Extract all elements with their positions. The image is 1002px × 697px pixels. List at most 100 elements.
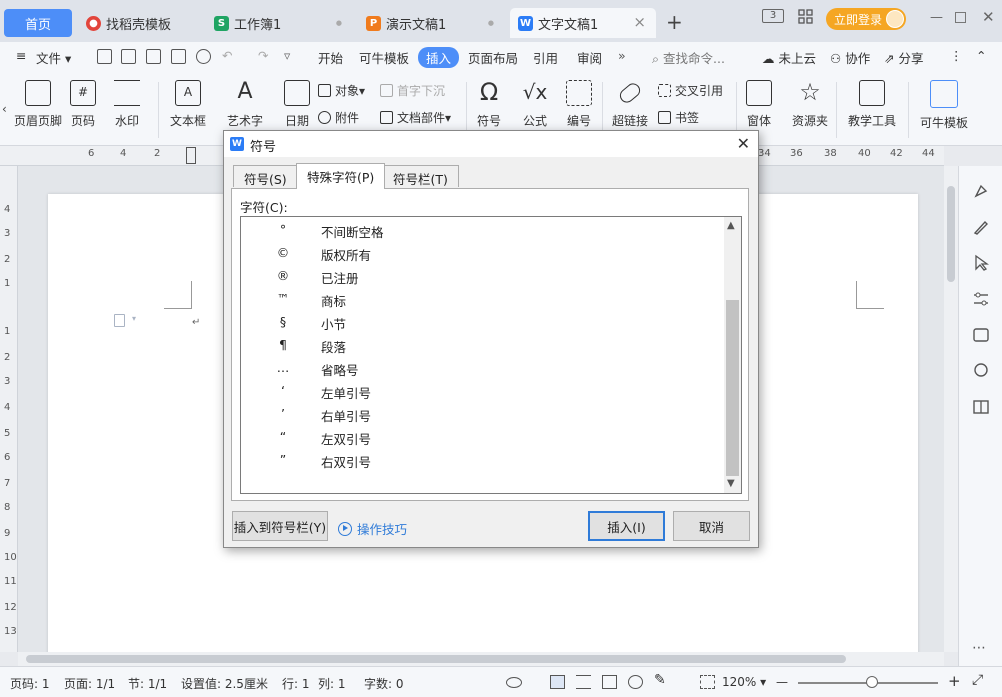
export-pdf-icon[interactable] bbox=[146, 49, 161, 64]
redo-icon[interactable]: ↷ bbox=[258, 48, 268, 63]
dialog-close-icon[interactable]: ✕ bbox=[737, 134, 750, 153]
tab-unsaved-dot-icon[interactable]: ● bbox=[488, 19, 494, 27]
list-scrollbar[interactable]: ▲ ▼ bbox=[724, 217, 741, 493]
paragraph-layout-icon[interactable] bbox=[114, 314, 125, 327]
apps-grid-icon[interactable] bbox=[798, 9, 813, 28]
scroll-thumb[interactable] bbox=[947, 186, 955, 282]
minimize-icon[interactable]: — bbox=[930, 10, 943, 25]
more-menus-icon[interactable]: » bbox=[618, 48, 626, 63]
new-tab-button[interactable]: + bbox=[666, 10, 683, 34]
bookmark-button[interactable]: 书签 bbox=[658, 109, 699, 126]
attachment-button[interactable]: 附件 bbox=[318, 109, 359, 126]
print-icon[interactable] bbox=[171, 49, 186, 64]
insert-to-symbol-bar-button[interactable]: 插入到符号栏(Y) bbox=[232, 511, 328, 541]
list-item[interactable]: ¶ 段落 bbox=[241, 334, 721, 357]
tab-workbook[interactable]: S 工作簿1 ● bbox=[206, 8, 352, 38]
list-item[interactable]: ® 已注册 bbox=[241, 265, 721, 288]
cancel-button[interactable]: 取消 bbox=[673, 511, 750, 541]
page-view-icon[interactable] bbox=[550, 675, 565, 689]
image-edit-icon[interactable] bbox=[972, 326, 990, 344]
status-pages[interactable]: 页面: 1/1 bbox=[64, 675, 115, 692]
insert-button[interactable]: 插入(I) bbox=[588, 511, 665, 541]
scroll-down-icon[interactable]: ▼ bbox=[727, 478, 735, 489]
outline-view-icon[interactable] bbox=[576, 675, 591, 689]
file-menu[interactable]: 文件 ▾ bbox=[36, 48, 71, 67]
zoom-slider-knob[interactable] bbox=[866, 676, 878, 688]
undo-icon[interactable]: ↶ bbox=[222, 48, 232, 63]
location-icon[interactable] bbox=[972, 362, 990, 380]
menu-start[interactable]: 开始 bbox=[318, 48, 343, 67]
status-page-number[interactable]: 页码: 1 bbox=[10, 675, 50, 692]
menu-references[interactable]: 引用 bbox=[533, 48, 558, 67]
eye-protection-icon[interactable] bbox=[506, 677, 522, 688]
tab-template[interactable]: ● 找稻壳模板 bbox=[78, 8, 200, 38]
list-item[interactable]: ™ 商标 bbox=[241, 288, 721, 311]
more-options-icon[interactable]: ⋮ bbox=[950, 48, 963, 63]
window-layout-icon[interactable]: 3 bbox=[762, 9, 784, 23]
list-item[interactable]: § 小节 bbox=[241, 311, 721, 334]
tab-close-icon[interactable]: × bbox=[633, 13, 646, 31]
share-file-icon[interactable] bbox=[97, 49, 112, 64]
form-button[interactable]: 窗体 bbox=[746, 80, 772, 129]
crossref-button[interactable]: 交叉引用 bbox=[658, 82, 723, 99]
horizontal-scrollbar[interactable] bbox=[18, 652, 944, 666]
share-button[interactable]: ⇗ 分享 bbox=[884, 48, 923, 67]
dropcap-button[interactable]: 首字下沉 bbox=[380, 82, 445, 99]
tab-presentation[interactable]: P 演示文稿1 ● bbox=[358, 8, 504, 38]
date-button[interactable]: 日期 bbox=[284, 80, 310, 129]
watermark-button[interactable]: 水印 bbox=[114, 80, 140, 129]
indent-marker-icon[interactable] bbox=[186, 147, 196, 164]
vertical-ruler[interactable]: 4 3 2 1 1 2 3 4 5 6 7 8 9 10 11 12 13 bbox=[0, 166, 18, 652]
scroll-thumb[interactable] bbox=[726, 300, 739, 476]
tab-home[interactable]: 首页 bbox=[4, 9, 72, 37]
book-icon[interactable] bbox=[972, 398, 990, 416]
header-footer-button[interactable]: 页眉页脚 bbox=[14, 80, 62, 129]
list-item[interactable]: ” 右双引号 bbox=[241, 449, 721, 472]
close-window-icon[interactable]: ✕ bbox=[982, 8, 995, 26]
menu-page-layout[interactable]: 页面布局 bbox=[468, 48, 518, 67]
print-preview-icon[interactable] bbox=[196, 49, 211, 64]
list-item[interactable]: ‘ 左单引号 bbox=[241, 380, 721, 403]
hamburger-menu-icon[interactable]: ≡ bbox=[16, 48, 26, 63]
numbering-button[interactable]: 编号 bbox=[566, 80, 592, 129]
textbox-button[interactable]: A 文本框 bbox=[170, 80, 206, 129]
tab-document[interactable]: W 文字文稿1 × bbox=[510, 8, 656, 38]
dialog-titlebar[interactable]: W 符号 ✕ bbox=[224, 131, 758, 157]
scroll-up-icon[interactable]: ▲ bbox=[727, 220, 735, 231]
collapse-ribbon-icon[interactable]: ⌃ bbox=[976, 48, 986, 63]
docpart-button[interactable]: 文档部件 ▾ bbox=[380, 109, 451, 126]
reading-view-icon[interactable] bbox=[602, 675, 617, 689]
status-row[interactable]: 行: 1 bbox=[282, 675, 310, 692]
tab-symbol[interactable]: 符号(S) bbox=[233, 165, 298, 187]
menu-review[interactable]: 审阅 bbox=[577, 48, 602, 67]
rocket-icon[interactable] bbox=[972, 182, 990, 200]
zoom-out-button[interactable]: — bbox=[776, 675, 788, 689]
resource-folder-button[interactable]: ☆ 资源夹 bbox=[792, 80, 828, 129]
status-section[interactable]: 节: 1/1 bbox=[128, 675, 167, 692]
teaching-tools-button[interactable]: 教学工具 bbox=[848, 80, 896, 129]
pen-icon[interactable] bbox=[972, 218, 990, 236]
web-view-icon[interactable] bbox=[628, 675, 643, 689]
formula-button[interactable]: √x 公式 bbox=[522, 80, 548, 129]
tab-special-characters[interactable]: 特殊字符(P) bbox=[296, 163, 386, 189]
sliders-icon[interactable] bbox=[972, 290, 990, 308]
list-item[interactable]: © 版权所有 bbox=[241, 242, 721, 265]
save-icon[interactable] bbox=[121, 49, 136, 64]
zoom-in-button[interactable]: + bbox=[948, 672, 961, 690]
login-button[interactable]: 立即登录 bbox=[826, 8, 906, 30]
page-number-button[interactable]: # 页码 bbox=[70, 80, 96, 129]
write-mode-icon[interactable]: ✎ bbox=[654, 672, 669, 688]
quick-access-dropdown-icon[interactable]: ▿ bbox=[284, 48, 290, 63]
status-column[interactable]: 列: 1 bbox=[318, 675, 346, 692]
ribbon-scroll-left-icon[interactable]: ‹ bbox=[2, 102, 7, 116]
maximize-icon[interactable] bbox=[955, 12, 966, 23]
list-item[interactable]: “ 左双引号 bbox=[241, 426, 721, 449]
cursor-icon[interactable] bbox=[972, 254, 990, 272]
menu-keniu-template[interactable]: 可牛模板 bbox=[359, 48, 409, 67]
scroll-thumb[interactable] bbox=[26, 655, 846, 663]
object-button[interactable]: 对象 ▾ bbox=[318, 82, 365, 99]
list-item[interactable]: … 省略号 bbox=[241, 357, 721, 380]
command-search[interactable]: ⌕ 查找命令... bbox=[652, 48, 725, 67]
symbol-button[interactable]: Ω 符号 bbox=[476, 80, 502, 129]
cloud-status-button[interactable]: ☁ 未上云 bbox=[762, 48, 816, 67]
